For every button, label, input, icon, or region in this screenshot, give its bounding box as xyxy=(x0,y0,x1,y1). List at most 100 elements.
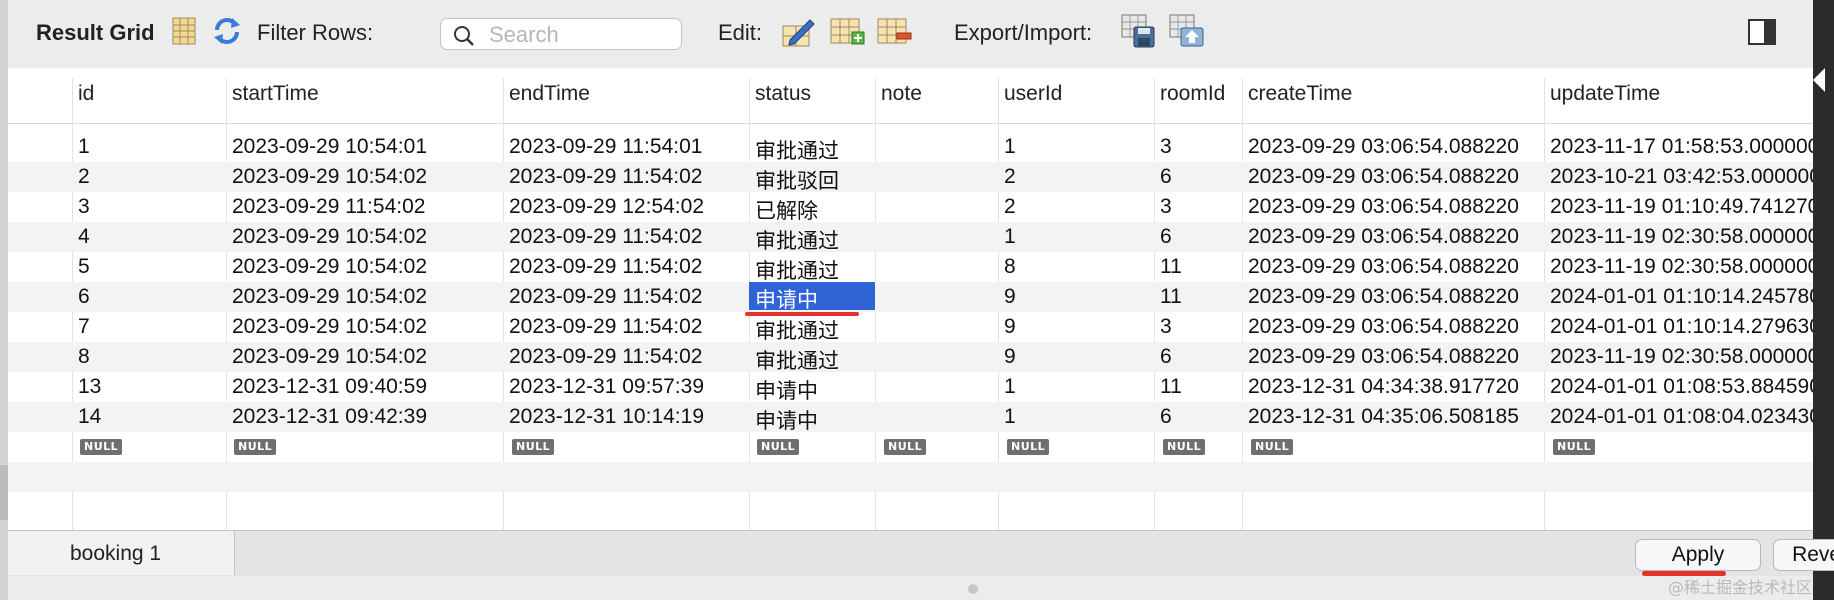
toggle-panel-icon[interactable] xyxy=(1748,19,1776,50)
cell-roomid[interactable]: 6 xyxy=(1160,405,1172,429)
cell-updatetime[interactable]: 2024-01-01 01:10:14.245780 xyxy=(1550,285,1813,309)
cell-userid[interactable]: 2 xyxy=(1004,195,1016,219)
cell-id[interactable]: 13 xyxy=(78,375,101,399)
table-row[interactable]: 4 2023-09-29 10:54:02 2023-09-29 11:54:02 审… xyxy=(8,222,1813,255)
cell-endtime[interactable]: 2023-12-31 09:57:39 xyxy=(509,375,704,399)
cell-createtime[interactable]: 2023-12-31 04:35:06.508185 xyxy=(1248,405,1519,429)
table-row[interactable]: 1 2023-09-29 10:54:01 2023-09-29 11:54:01 审… xyxy=(8,132,1813,165)
cell-endtime[interactable]: 2023-09-29 11:54:02 xyxy=(509,285,702,309)
column-header-createtime[interactable]: createTime xyxy=(1248,82,1352,106)
cell-id[interactable]: 8 xyxy=(78,345,90,369)
cell-status[interactable]: 审批通过 xyxy=(755,135,839,165)
cell-starttime[interactable]: 2023-12-31 09:40:59 xyxy=(232,375,427,399)
cell-status[interactable]: 审批通过 xyxy=(755,225,839,255)
table-row[interactable]: 8 2023-09-29 10:54:02 2023-09-29 11:54:02 审… xyxy=(8,342,1813,373)
cell-id[interactable]: 5 xyxy=(78,255,90,279)
cell-updatetime[interactable]: 2024-01-01 01:08:04.023430 xyxy=(1550,405,1813,429)
cell-userid[interactable]: 1 xyxy=(1004,405,1016,429)
cell-userid[interactable]: 9 xyxy=(1004,345,1016,369)
import-icon[interactable] xyxy=(1169,14,1205,53)
cell-status[interactable]: 审批通过 xyxy=(755,255,839,285)
result-grid[interactable]: id startTime endTime status note userId … xyxy=(8,68,1813,530)
cell-roomid[interactable]: 3 xyxy=(1160,195,1172,219)
new-row-placeholder[interactable]: NULL NULL NULL NULL NULL NULL NULL NULL NULL xyxy=(8,432,1813,462)
cell-endtime[interactable]: 2023-09-29 11:54:02 xyxy=(509,345,702,369)
resize-handle[interactable] xyxy=(968,584,978,594)
cell-updatetime[interactable]: 2024-01-01 01:08:53.884590 xyxy=(1550,375,1813,399)
column-header-id[interactable]: id xyxy=(78,82,94,106)
revert-button[interactable]: Revert xyxy=(1773,539,1834,571)
cell-userid[interactable]: 8 xyxy=(1004,255,1016,279)
cell-status[interactable]: 申请中 xyxy=(755,405,818,435)
filter-search-input[interactable] xyxy=(487,21,671,49)
cell-endtime[interactable]: 2023-09-29 11:54:02 xyxy=(509,315,702,339)
column-header-roomid[interactable]: roomId xyxy=(1160,82,1225,106)
cell-roomid[interactable]: 3 xyxy=(1160,135,1172,159)
column-header-starttime[interactable]: startTime xyxy=(232,82,319,106)
cell-endtime[interactable]: 2023-09-29 11:54:01 xyxy=(509,135,702,159)
cell-roomid[interactable]: 6 xyxy=(1160,165,1172,189)
cell-createtime[interactable]: 2023-09-29 03:06:54.088220 xyxy=(1248,135,1519,159)
cell-roomid[interactable]: 11 xyxy=(1160,255,1182,279)
cell-roomid[interactable]: 11 xyxy=(1160,375,1182,399)
cell-starttime[interactable]: 2023-09-29 10:54:02 xyxy=(232,315,427,339)
table-row[interactable]: 5 2023-09-29 10:54:02 2023-09-29 11:54:02 审… xyxy=(8,252,1813,285)
cell-starttime[interactable]: 2023-09-29 10:54:01 xyxy=(232,135,427,159)
export-icon[interactable] xyxy=(1121,14,1157,53)
column-header-note[interactable]: note xyxy=(881,82,922,106)
grid-view-icon[interactable] xyxy=(172,17,196,50)
cell-updatetime[interactable]: 2023-11-17 01:58:53.000000 xyxy=(1550,135,1813,159)
cell-endtime[interactable]: 2023-09-29 12:54:02 xyxy=(509,195,704,219)
cell-updatetime[interactable]: 2023-11-19 01:10:49.741270 xyxy=(1550,195,1813,219)
cell-id[interactable]: 1 xyxy=(78,135,90,159)
cell-starttime[interactable]: 2023-09-29 10:54:02 xyxy=(232,225,427,249)
table-row[interactable]: 13 2023-12-31 09:40:59 2023-12-31 09:57:39… xyxy=(8,372,1813,405)
cell-starttime[interactable]: 2023-09-29 10:54:02 xyxy=(232,345,427,369)
cell-updatetime[interactable]: 2023-10-21 03:42:53.000000 xyxy=(1550,165,1813,189)
cell-createtime[interactable]: 2023-09-29 03:06:54.088220 xyxy=(1248,345,1519,369)
cell-starttime[interactable]: 2023-12-31 09:42:39 xyxy=(232,405,427,429)
cell-updatetime[interactable]: 2023-11-19 02:30:58.000000 xyxy=(1550,345,1813,369)
cell-id[interactable]: 6 xyxy=(78,285,90,309)
cell-userid[interactable]: 1 xyxy=(1004,375,1016,399)
add-row-icon[interactable] xyxy=(830,18,866,51)
cell-createtime[interactable]: 2023-12-31 04:34:38.917720 xyxy=(1248,375,1519,399)
cell-roomid[interactable]: 6 xyxy=(1160,225,1172,249)
refresh-icon[interactable] xyxy=(212,16,242,51)
filter-search-box[interactable] xyxy=(440,18,682,50)
table-row[interactable]: 3 2023-09-29 11:54:02 2023-09-29 12:54:02 已… xyxy=(8,192,1813,223)
cell-starttime[interactable]: 2023-09-29 10:54:02 xyxy=(232,255,427,279)
cell-roomid[interactable]: 3 xyxy=(1160,315,1172,339)
edit-cell-icon[interactable] xyxy=(782,16,816,53)
cell-roomid[interactable]: 6 xyxy=(1160,345,1172,369)
table-row[interactable]: 6 2023-09-29 10:54:02 2023-09-29 11:54:02 申… xyxy=(8,282,1813,316)
cell-endtime[interactable]: 2023-09-29 11:54:02 xyxy=(509,255,702,279)
table-row[interactable]: 7 2023-09-29 10:54:02 2023-09-29 11:54:02 审… xyxy=(8,312,1813,345)
column-header-userid[interactable]: userId xyxy=(1004,82,1062,106)
cell-status[interactable]: 审批通过 xyxy=(755,315,839,345)
cell-id[interactable]: 4 xyxy=(78,225,90,249)
cell-starttime[interactable]: 2023-09-29 11:54:02 xyxy=(232,195,425,219)
sidebar-collapse-arrow-icon[interactable] xyxy=(1813,68,1825,92)
cell-updatetime[interactable]: 2023-11-19 02:30:58.000000 xyxy=(1550,225,1813,249)
cell-userid[interactable]: 9 xyxy=(1004,315,1016,339)
apply-button[interactable]: Apply xyxy=(1635,539,1761,571)
cell-id[interactable]: 2 xyxy=(78,165,90,189)
cell-id[interactable]: 14 xyxy=(78,405,101,429)
table-row[interactable]: 14 2023-12-31 09:42:39 2023-12-31 10:14:19… xyxy=(8,402,1813,435)
cell-userid[interactable]: 2 xyxy=(1004,165,1016,189)
cell-status[interactable]: 审批驳回 xyxy=(755,165,839,195)
cell-endtime[interactable]: 2023-09-29 11:54:02 xyxy=(509,225,702,249)
cell-createtime[interactable]: 2023-09-29 03:06:54.088220 xyxy=(1248,165,1519,189)
table-row[interactable]: 2 2023-09-29 10:54:02 2023-09-29 11:54:02 审… xyxy=(8,162,1813,195)
cell-id[interactable]: 7 xyxy=(78,315,90,339)
cell-createtime[interactable]: 2023-09-29 03:06:54.088220 xyxy=(1248,225,1519,249)
cell-starttime[interactable]: 2023-09-29 10:54:02 xyxy=(232,285,427,309)
cell-createtime[interactable]: 2023-09-29 03:06:54.088220 xyxy=(1248,315,1519,339)
delete-row-icon[interactable] xyxy=(877,18,913,51)
cell-starttime[interactable]: 2023-09-29 10:54:02 xyxy=(232,165,427,189)
cell-userid[interactable]: 1 xyxy=(1004,135,1016,159)
selected-cell[interactable]: 申请中 xyxy=(749,282,875,312)
cell-status[interactable]: 申请中 xyxy=(755,375,818,405)
cell-userid[interactable]: 1 xyxy=(1004,225,1016,249)
